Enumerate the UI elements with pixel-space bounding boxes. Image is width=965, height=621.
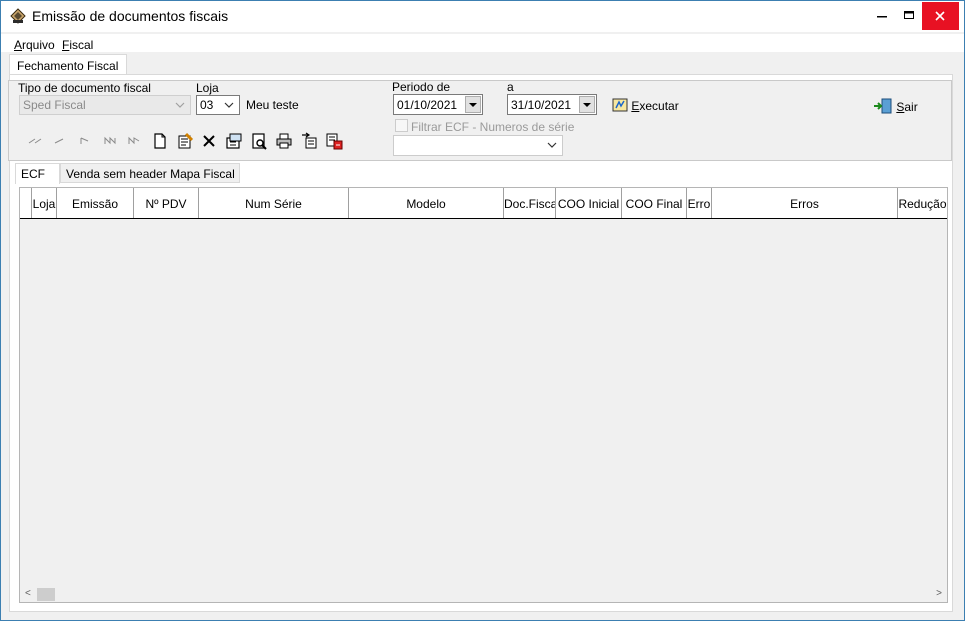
title-bar: Emissão de documentos fiscais <box>1 1 964 32</box>
export-icon[interactable] <box>300 132 318 150</box>
print-icon[interactable] <box>275 132 293 150</box>
next-record-icon[interactable] <box>77 132 95 150</box>
chevron-down-icon <box>224 102 234 108</box>
column-header[interactable]: Num Série <box>199 188 349 218</box>
prior-record-icon[interactable] <box>52 132 70 150</box>
column-header[interactable]: Modelo <box>349 188 504 218</box>
column-header[interactable]: COO Final <box>622 188 687 218</box>
chevron-down-icon <box>547 142 557 148</box>
execute-icon <box>612 98 628 112</box>
close-icon <box>935 11 945 21</box>
menu-arquivo-mnemonic: A <box>14 38 23 52</box>
import-icon[interactable] <box>325 132 343 150</box>
periodo-to-value: 31/10/2021 <box>511 98 572 112</box>
executar-button[interactable]: Executar <box>612 97 679 115</box>
tipo-documento-select: Sped Fiscal <box>19 95 191 115</box>
delete-icon[interactable] <box>200 132 218 150</box>
date-dropdown-button[interactable] <box>465 96 481 113</box>
column-header[interactable]: Emissão <box>57 188 134 218</box>
menu-arquivo[interactable]: Arquivo <box>14 38 55 52</box>
loja-value: 03 <box>200 98 214 112</box>
menu-bar: Arquivo Fiscal <box>1 34 964 52</box>
sair-label: air <box>904 100 918 114</box>
dropdown-arrow-icon <box>469 103 477 107</box>
tab-venda-sem-header[interactable]: Venda sem header Mapa Fiscal <box>60 163 240 183</box>
window-title: Emissão de documentos fiscais <box>32 8 229 24</box>
tipo-documento-label: Tipo de documento fiscal <box>18 81 151 95</box>
menu-arquivo-label: rquivo <box>22 38 55 52</box>
app-icon <box>10 8 26 24</box>
periodo-from-date[interactable]: 01/10/2021 <box>393 94 483 115</box>
loja-name: Meu teste <box>246 98 299 112</box>
scroll-right-icon[interactable]: > <box>936 588 942 599</box>
column-header[interactable]: Loja <box>32 188 57 218</box>
column-header[interactable]: Doc.Fiscal <box>504 188 556 218</box>
new-document-icon[interactable] <box>151 132 169 150</box>
executar-label: xecutar <box>639 99 679 113</box>
column-header[interactable]: Erros <box>712 188 898 218</box>
refresh-icon[interactable] <box>126 132 144 150</box>
close-button[interactable] <box>922 2 959 30</box>
minimize-icon <box>877 16 887 18</box>
maximize-button[interactable] <box>894 1 924 31</box>
grid-indicator-column <box>20 188 32 218</box>
ecf-grid: Loja Emissão Nº PDV Num Série Modelo Doc… <box>19 187 948 603</box>
sair-button[interactable]: Sair <box>873 98 918 116</box>
periodo-to-date[interactable]: 31/10/2021 <box>507 94 597 115</box>
maximize-icon <box>904 11 914 19</box>
dropdown-arrow-icon <box>583 103 591 107</box>
tab-fechamento-fiscal[interactable]: Fechamento Fiscal <box>9 54 128 75</box>
scroll-left-icon[interactable]: < <box>25 588 31 599</box>
numeros-serie-select[interactable] <box>393 135 563 156</box>
loja-label: Loja <box>196 81 219 95</box>
minimize-button[interactable] <box>867 1 897 31</box>
menu-fiscal[interactable]: Fiscal <box>62 38 93 52</box>
periodo-label: Periodo de <box>392 80 451 94</box>
tab-ecf[interactable]: ECF <box>15 163 60 184</box>
column-header[interactable]: Redução <box>898 188 947 218</box>
menu-fiscal-label: iscal <box>69 38 94 52</box>
periodo-from-value: 01/10/2021 <box>397 98 458 112</box>
column-header[interactable]: Erro <box>687 188 712 218</box>
grid-header: Loja Emissão Nº PDV Num Série Modelo Doc… <box>20 188 947 219</box>
scrollbar-thumb[interactable] <box>37 588 55 601</box>
last-record-icon[interactable] <box>102 132 120 150</box>
exit-door-icon <box>874 98 892 114</box>
loja-select[interactable]: 03 <box>196 95 240 115</box>
periodo-a-label: a <box>507 80 514 94</box>
column-header[interactable]: Nº PDV <box>134 188 199 218</box>
chevron-down-icon <box>175 102 185 108</box>
horizontal-scrollbar[interactable]: < > <box>20 585 947 602</box>
edit-document-icon[interactable] <box>176 132 194 150</box>
main-window: Emissão de documentos fiscais Arquivo Fi… <box>0 0 965 621</box>
column-header[interactable]: COO Inicial <box>556 188 622 218</box>
filtrar-ecf-checkbox[interactable] <box>395 119 408 132</box>
print-preview-icon[interactable] <box>250 132 268 150</box>
tipo-documento-value: Sped Fiscal <box>23 98 86 112</box>
first-record-icon[interactable] <box>27 132 45 150</box>
date-dropdown-button[interactable] <box>579 96 595 113</box>
filtrar-ecf-label: Filtrar ECF - Numeros de série <box>411 120 575 134</box>
properties-icon[interactable] <box>225 132 243 150</box>
